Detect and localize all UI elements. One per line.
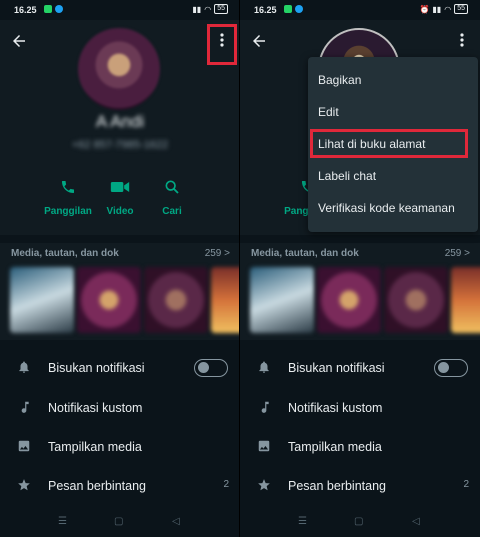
system-nav-bar: ☰ ▢ ◁ xyxy=(240,507,480,537)
status-icons: ▮▮ ◠ 55 xyxy=(192,4,228,14)
mute-notifications-row[interactable]: Bisukan notifikasi xyxy=(240,349,480,387)
contact-phone: +62 857-7985-1622 xyxy=(71,139,169,151)
back-nav-icon[interactable]: ◁ xyxy=(172,516,180,527)
media-count[interactable]: 259 > xyxy=(445,248,470,259)
setting-label: Tampilkan media xyxy=(288,440,382,454)
setting-label: Bisukan notifikasi xyxy=(48,361,145,375)
media-thumbnail[interactable] xyxy=(451,267,480,333)
setting-label: Tampilkan media xyxy=(48,440,142,454)
highlight-more-options xyxy=(207,24,237,65)
status-icons: ⏰ ▮▮ ◠ 55 xyxy=(419,4,468,14)
starred-count: 2 xyxy=(223,479,229,490)
menu-item-verify-security-code[interactable]: Verifikasi kode keamanan xyxy=(318,201,455,215)
phone-icon xyxy=(62,181,74,193)
menu-item-label-chat[interactable]: Labeli chat xyxy=(318,169,376,183)
media-count[interactable]: 259 > xyxy=(205,248,230,259)
contact-header: A Andi +62 857-7985-1622 Panggilan Video… xyxy=(0,20,240,235)
media-section[interactable]: Media, tautan, dan dok 259 > xyxy=(240,243,480,340)
whatsapp-notification-icon xyxy=(284,5,292,13)
media-thumbnail[interactable] xyxy=(384,267,448,333)
media-thumbnail[interactable] xyxy=(10,267,74,333)
media-thumbnails xyxy=(10,267,240,333)
avatar[interactable] xyxy=(78,28,160,110)
back-arrow-icon[interactable] xyxy=(250,32,268,50)
twitter-notification-icon xyxy=(295,5,303,13)
media-thumbnail[interactable] xyxy=(317,267,381,333)
custom-notifications-row[interactable]: Notifikasi kustom xyxy=(240,389,480,427)
twitter-notification-icon xyxy=(55,5,63,13)
image-icon xyxy=(16,438,32,454)
music-note-icon xyxy=(16,399,32,415)
back-arrow-icon[interactable] xyxy=(10,32,28,50)
back-nav-icon[interactable]: ◁ xyxy=(412,516,420,527)
media-visibility-row[interactable]: Tampilkan media xyxy=(0,428,240,466)
highlight-view-in-address-book xyxy=(310,129,468,158)
left-panel: 16.25 ▮▮ ◠ 55 A Andi +62 857-7985-1622 P… xyxy=(0,0,240,537)
star-icon xyxy=(16,477,32,493)
starred-count: 2 xyxy=(463,479,469,490)
system-nav-bar: ☰ ▢ ◁ xyxy=(0,507,240,537)
mute-notifications-row[interactable]: Bisukan notifikasi xyxy=(0,349,240,387)
battery-icon: 55 xyxy=(454,4,468,14)
recents-nav-icon[interactable]: ☰ xyxy=(58,516,67,527)
panel-divider xyxy=(239,0,240,537)
mute-toggle[interactable] xyxy=(194,359,228,377)
more-options-icon[interactable] xyxy=(452,30,472,50)
recents-nav-icon[interactable]: ☰ xyxy=(298,516,307,527)
starred-messages-row[interactable]: Pesan berbintang 2 xyxy=(0,467,240,505)
status-bar: 16.25 ▮▮ ◠ 55 xyxy=(0,0,240,20)
whatsapp-notification-icon xyxy=(44,5,52,13)
setting-label: Bisukan notifikasi xyxy=(288,361,385,375)
bell-icon xyxy=(256,359,272,375)
video-icon xyxy=(110,182,130,192)
screenshot-composite: 16.25 ▮▮ ◠ 55 A Andi +62 857-7985-1622 P… xyxy=(0,0,480,537)
search-label: Cari xyxy=(162,206,182,217)
setting-label: Pesan berbintang xyxy=(48,479,146,493)
media-visibility-row[interactable]: Tampilkan media xyxy=(240,428,480,466)
media-thumbnails xyxy=(250,267,480,333)
media-thumbnail[interactable] xyxy=(77,267,141,333)
alarm-icon: ⏰ xyxy=(419,4,430,14)
menu-item-edit[interactable]: Edit xyxy=(318,105,339,119)
media-title: Media, tautan, dan dok xyxy=(11,248,119,259)
starred-messages-row[interactable]: Pesan berbintang 2 xyxy=(240,467,480,505)
signal-icon: ▮▮ xyxy=(432,4,442,14)
media-title: Media, tautan, dan dok xyxy=(251,248,359,259)
toggle-knob xyxy=(438,362,449,373)
status-bar: 16.25 ⏰ ▮▮ ◠ 55 xyxy=(240,0,480,20)
wifi-icon: ◠ xyxy=(204,4,212,14)
media-section[interactable]: Media, tautan, dan dok 259 > xyxy=(0,243,240,340)
search-button[interactable]: Cari xyxy=(137,176,207,217)
music-note-icon xyxy=(256,399,272,415)
menu-item-share[interactable]: Bagikan xyxy=(318,73,361,87)
search-icon xyxy=(165,180,179,194)
toggle-knob xyxy=(198,362,209,373)
setting-label: Notifikasi kustom xyxy=(48,401,143,415)
home-nav-icon[interactable]: ▢ xyxy=(354,516,363,527)
home-nav-icon[interactable]: ▢ xyxy=(114,516,123,527)
signal-icon: ▮▮ xyxy=(192,4,202,14)
star-icon xyxy=(256,477,272,493)
media-thumbnail[interactable] xyxy=(211,267,240,333)
status-time: 16.25 xyxy=(14,5,37,15)
media-thumbnail[interactable] xyxy=(144,267,208,333)
custom-notifications-row[interactable]: Notifikasi kustom xyxy=(0,389,240,427)
status-time: 16.25 xyxy=(254,5,277,15)
contact-name: A Andi xyxy=(95,112,145,131)
battery-icon: 55 xyxy=(214,4,228,14)
image-icon xyxy=(256,438,272,454)
setting-label: Pesan berbintang xyxy=(288,479,386,493)
media-thumbnail[interactable] xyxy=(250,267,314,333)
setting-label: Notifikasi kustom xyxy=(288,401,383,415)
bell-icon xyxy=(16,359,32,375)
wifi-icon: ◠ xyxy=(444,4,452,14)
mute-toggle[interactable] xyxy=(434,359,468,377)
